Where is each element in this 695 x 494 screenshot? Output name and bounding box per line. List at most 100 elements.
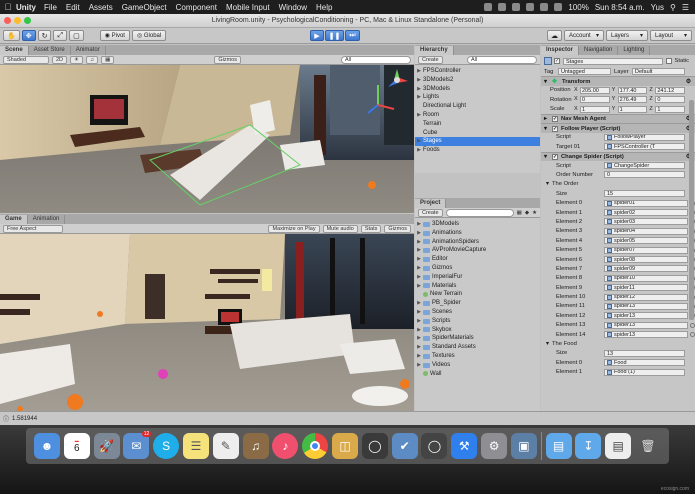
scale-tool-button[interactable]: ⤢ [53,30,68,41]
rotate-tool-button[interactable]: ↻ [37,30,52,41]
hierarchy-search-input[interactable]: All [467,55,537,64]
expand-arrow-icon[interactable]: ▶ [415,137,423,146]
rotation-x-field[interactable]: 0 [580,96,610,104]
order-element-field[interactable]: spider08 [604,256,688,263]
game-viewport[interactable] [0,234,414,411]
project-item[interactable]: Wall [415,370,540,379]
project-item[interactable]: ▶ Gizmos [415,264,540,273]
position-x-field[interactable]: 205.00 [580,86,610,94]
itunes-icon[interactable]: ♪ [272,433,299,459]
component-settings-gear-icon[interactable]: ⚙ [686,79,691,85]
expand-arrow-icon[interactable]: ▶ [415,229,423,238]
hierarchy-item[interactable]: ▶ 3DModels2 [415,76,540,85]
project-item[interactable]: ▶ Skybox [415,326,540,335]
mail-icon[interactable]: ✉ 12 [123,431,152,459]
object-name-field[interactable]: Stages [563,57,663,65]
project-item[interactable]: ▶ Textures [415,352,540,361]
order-element-field[interactable]: spider09 [604,265,688,273]
expand-arrow-icon[interactable]: ▶ [415,111,423,120]
gizmos-dropdown[interactable]: Gizmos [214,55,241,64]
close-window-icon[interactable] [4,17,11,24]
app-menu-unity[interactable]: Unity [16,3,36,12]
order-element-field[interactable]: spider05 [604,237,688,245]
battery-percent[interactable]: 100% [568,3,588,12]
scale-x-field[interactable]: 1 [580,105,610,113]
tag-dropdown[interactable]: Untagged [558,68,611,76]
tab-animator[interactable]: Animator [71,46,106,55]
project-item[interactable]: ▶ PB_Spider [415,299,540,308]
hierarchy-item[interactable]: ▶ Foods [415,146,540,155]
play-button[interactable]: ▶ [310,30,324,41]
expand-arrow-icon[interactable]: ▶ [415,352,423,361]
transform-component-header[interactable]: ▾ ✥ Transform ⚙ [541,76,695,86]
menu-help[interactable]: Help [316,3,332,12]
expand-arrow-icon[interactable]: ▶ [415,67,423,76]
project-item[interactable]: ▶ Videos [415,361,540,370]
wifi-icon[interactable] [540,3,549,11]
layers-dropdown[interactable]: Layers ▾ [606,30,648,41]
order-element-field[interactable]: spider04 [604,227,688,235]
scene-viewport[interactable] [0,65,414,213]
filter-label-icon[interactable]: ◆ [525,210,529,216]
favorite-star-icon[interactable]: ★ [532,210,537,216]
user-name[interactable]: Yus [651,3,664,12]
pivot-toggle[interactable]: ◉ Pivot [99,30,130,41]
scale-y-field[interactable]: 1 [617,105,648,113]
food-element-field[interactable]: Food [604,359,685,367]
shading-mode-dropdown[interactable]: Shaded [3,55,49,64]
2d-toggle[interactable]: 2D [52,55,68,64]
object-picker-icon[interactable] [690,332,695,338]
expand-arrow-icon[interactable]: ▶ [415,326,423,335]
order-element-field[interactable]: spider07 [604,246,688,254]
collapse-arrow-icon[interactable]: ▾ [544,181,552,187]
project-item[interactable]: ▶ Materials [415,282,540,291]
order-element-field[interactable]: spider01 [604,199,688,207]
textedit-icon[interactable]: ✎ [212,433,239,459]
project-search-input[interactable] [445,208,514,217]
project-item[interactable]: ▶ Scripts [415,317,540,326]
console-status-text[interactable]: 1.581944 [12,416,37,422]
order-element-field[interactable]: spider10 [604,274,688,282]
expand-arrow-icon[interactable]: ▶ [415,220,423,229]
follow-player-script-field[interactable]: FollowPlayer [604,133,685,141]
preview-icon[interactable]: ▣ [510,433,537,459]
project-item[interactable]: ▶ Animations [415,229,540,238]
project-item[interactable]: ▶ ImperialFur [415,273,540,282]
applications-folder-icon[interactable]: ▤ [545,433,572,459]
notes-icon[interactable]: ☰ [182,433,209,459]
position-z-field[interactable]: 241.12 [655,86,686,94]
audio-toggle-icon[interactable]: ♫ [85,55,99,64]
food-element-field[interactable]: Food (1) [604,368,685,376]
order-element-field[interactable]: spider13 [604,321,688,329]
stats-toggle[interactable]: Stats [360,224,382,233]
effects-dropdown-icon[interactable]: ▦ [101,55,115,64]
unity-hub-icon[interactable]: ◯ [421,433,448,459]
the-food-size-field[interactable]: 13 [604,349,685,357]
tab-project[interactable]: Project [415,199,447,208]
aspect-dropdown[interactable]: Free Aspect [3,224,63,233]
xcode-icon[interactable]: ⚒ [451,433,478,459]
hierarchy-item[interactable]: Cube [415,129,540,138]
order-element-field[interactable]: spider13 [604,331,688,339]
expand-arrow-icon[interactable]: ▶ [415,76,423,85]
change-spider-script-field[interactable]: ChangeSpider [604,162,685,170]
account-dropdown[interactable]: Account ▾ [564,30,604,41]
collab-cloud-icon[interactable]: ☁ [547,30,562,41]
scene-orientation-gizmo-icon[interactable] [384,67,410,93]
project-item[interactable]: ▶ Scenes [415,308,540,317]
menu-window[interactable]: Window [279,3,307,12]
active-checkbox[interactable]: ✓ [554,58,560,64]
archive-utility-icon[interactable]: ◫ [332,433,359,459]
expand-arrow-icon[interactable]: ▶ [415,299,423,308]
project-item[interactable]: ▶ Editor [415,255,540,264]
order-element-field[interactable]: spider02 [604,209,688,217]
document-stack-icon[interactable]: ▤ [605,433,632,459]
hierarchy-item[interactable]: Directional Light [415,102,540,111]
reminders-icon[interactable]: ✔ [391,433,418,459]
launchpad-icon[interactable]: 🚀 [93,433,120,459]
position-y-field[interactable]: 177.40 [617,86,648,94]
change-spider-checkbox[interactable]: ✓ [552,153,558,160]
hierarchy-item[interactable]: Terrain [415,120,540,129]
expand-arrow-icon[interactable]: ▶ [415,282,423,291]
nav-mesh-agent-checkbox[interactable]: ✓ [552,116,558,123]
